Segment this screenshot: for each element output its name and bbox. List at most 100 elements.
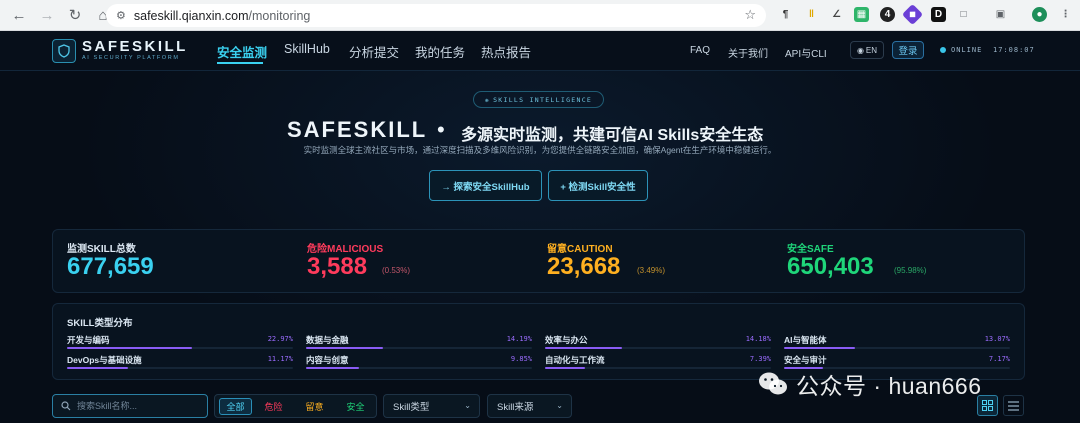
stat-safe-pct: (95.98%) <box>894 266 927 275</box>
type-pct: 11.17% <box>267 355 293 363</box>
type-pct: 9.85% <box>510 355 532 363</box>
nav-item-skillhub[interactable]: SkillHub <box>284 42 330 56</box>
nav-active-underline <box>217 62 263 64</box>
hero-tagline: 多源实时监测，共建可信AI Skills安全生态 <box>461 127 764 144</box>
nav-item-analysis[interactable]: 分析提交 <box>349 42 399 61</box>
skill-type-select[interactable]: Skill类型 ⌄ <box>383 394 480 418</box>
type-name: 安全与审计 <box>784 355 827 365</box>
login-button[interactable]: 登录 <box>892 41 924 59</box>
explore-skillhub-button[interactable]: → 探索安全SkillHub <box>429 170 542 201</box>
sparkle-icon: ❋ <box>484 95 491 104</box>
chevron-down-icon: ⌄ <box>556 401 563 410</box>
type-name: 开发与编码 <box>67 335 110 345</box>
online-status-text: ONLINE <box>951 46 983 54</box>
type-pct: 22.97% <box>267 335 293 343</box>
brand-subtitle: AI SECURITY PLATFORM <box>82 55 180 61</box>
brand-name[interactable]: SAFESKILL <box>82 38 188 55</box>
filter-all-button[interactable]: 全部 <box>219 398 252 415</box>
type-track <box>67 367 293 369</box>
extension-icon-5[interactable]: 4 <box>880 7 895 22</box>
type-track <box>67 347 293 349</box>
extension-icon-7[interactable]: D <box>931 7 946 22</box>
extension-icon-1[interactable]: ¶ <box>778 7 793 22</box>
type-track <box>306 347 532 349</box>
profile-avatar[interactable]: ● <box>1032 7 1047 22</box>
nav-item-monitoring[interactable]: 安全监测 <box>217 42 267 61</box>
type-pct: 7.17% <box>988 355 1010 363</box>
type-name: 内容与创意 <box>306 355 349 365</box>
list-view-toggle[interactable] <box>1003 395 1024 416</box>
search-icon <box>61 401 71 411</box>
type-item-dev[interactable]: 开发与编码 22.97% <box>67 334 293 350</box>
type-track <box>545 367 771 369</box>
chevron-down-icon: ⌄ <box>464 401 471 410</box>
nav-item-tasks[interactable]: 我的任务 <box>415 42 465 61</box>
skill-source-select-label: Skill来源 <box>497 402 534 413</box>
site-page: SAFESKILL AI SECURITY PLATFORM 安全监测 Skil… <box>0 31 1080 423</box>
stat-malicious-pct: (0.53%) <box>382 266 411 275</box>
type-pct: 14.18% <box>745 335 771 343</box>
site-info-icon[interactable]: ⚙ <box>116 9 126 22</box>
skills-intelligence-pill: ❋ SKILLS INTELLIGENCE <box>473 91 604 108</box>
skill-types-title: SKILL类型分布 <box>67 318 133 329</box>
api-cli-link[interactable]: API与CLI <box>785 45 827 60</box>
nav-item-reports[interactable]: 热点报告 <box>481 42 531 61</box>
type-track <box>784 347 1010 349</box>
back-icon[interactable]: ← <box>6 2 32 28</box>
type-item-office[interactable]: 效率与办公 14.18% <box>545 334 771 350</box>
stat-malicious-value: 3,588 <box>307 253 368 280</box>
skill-source-select[interactable]: Skill来源 ⌄ <box>487 394 572 418</box>
browser-menu-icon[interactable]: ⋮ <box>1058 7 1073 22</box>
hero-brand: SAFESKILL <box>287 117 428 142</box>
forward-icon[interactable]: → <box>34 2 60 28</box>
extension-icon-6[interactable]: ◆ <box>901 3 924 26</box>
type-name: 效率与办公 <box>545 335 588 345</box>
type-pct: 14.19% <box>506 335 532 343</box>
extension-icon-3[interactable]: ∠ <box>829 7 844 22</box>
about-link[interactable]: 关于我们 <box>728 45 768 60</box>
search-box[interactable] <box>52 394 208 418</box>
skill-type-select-label: Skill类型 <box>393 402 430 413</box>
online-status-dot <box>940 47 946 53</box>
reload-icon[interactable]: ↻ <box>62 2 88 28</box>
type-item-ai[interactable]: AI与智能体 13.07% <box>784 334 1010 350</box>
shield-logo-icon[interactable] <box>52 39 76 63</box>
detect-skill-button[interactable]: + 检测Skill安全性 <box>548 170 648 201</box>
type-item-data[interactable]: 数据与金融 14.19% <box>306 334 532 350</box>
extensions-puzzle-icon[interactable]: □ <box>956 7 971 22</box>
stats-panel: 监测SKILL总数 677,659 危险MALICIOUS 3,588 (0.5… <box>52 229 1025 293</box>
filter-danger-button[interactable]: 危险 <box>257 398 290 415</box>
filter-safe-button[interactable]: 安全 <box>339 398 372 415</box>
type-fill <box>545 347 622 349</box>
type-fill <box>545 367 586 369</box>
type-item-content[interactable]: 内容与创意 9.85% <box>306 354 532 370</box>
stat-total-value: 677,659 <box>67 253 154 280</box>
extension-icon-4[interactable]: ▦ <box>854 7 869 22</box>
risk-filter-group: 全部 危险 留意 安全 <box>214 394 377 418</box>
extension-icon-2[interactable]: ‖ <box>804 7 819 22</box>
list-icon <box>1008 400 1019 411</box>
filter-caution-button[interactable]: 留意 <box>298 398 331 415</box>
hero-description: 实时监测全球主流社区与市场，通过深度扫描及多维风险识别，为您提供全链路安全加固，… <box>303 145 777 155</box>
type-pct: 13.07% <box>984 335 1010 343</box>
type-fill <box>67 347 192 349</box>
top-navigation: SAFESKILL AI SECURITY PLATFORM 安全监测 Skil… <box>0 31 1080 71</box>
address-bar[interactable]: ⚙ safeskill.qianxin.com/monitoring ☆ <box>106 4 766 27</box>
type-item-devops[interactable]: DevOps与基础设施 11.17% <box>67 354 293 370</box>
language-label: EN <box>865 45 878 55</box>
bookmark-star-icon[interactable]: ☆ <box>744 7 756 23</box>
type-item-automation[interactable]: 自动化与工作流 7.39% <box>545 354 771 370</box>
watermark-text: 公众号 · huan666 <box>796 373 982 399</box>
type-name: 自动化与工作流 <box>545 355 605 365</box>
screenshot-icon[interactable]: ▣ <box>993 7 1008 22</box>
type-fill <box>784 347 855 349</box>
clock-text: 17:08:07 <box>993 46 1035 54</box>
language-button[interactable]: ◉ EN <box>850 41 884 59</box>
faq-link[interactable]: FAQ <box>690 45 710 56</box>
stat-caution-value: 23,668 <box>547 253 621 280</box>
hero-separator: • <box>437 117 445 142</box>
type-fill <box>67 367 128 369</box>
type-pct: 7.39% <box>749 355 771 363</box>
search-input[interactable] <box>77 401 197 411</box>
stat-safe-value: 650,403 <box>787 253 874 280</box>
